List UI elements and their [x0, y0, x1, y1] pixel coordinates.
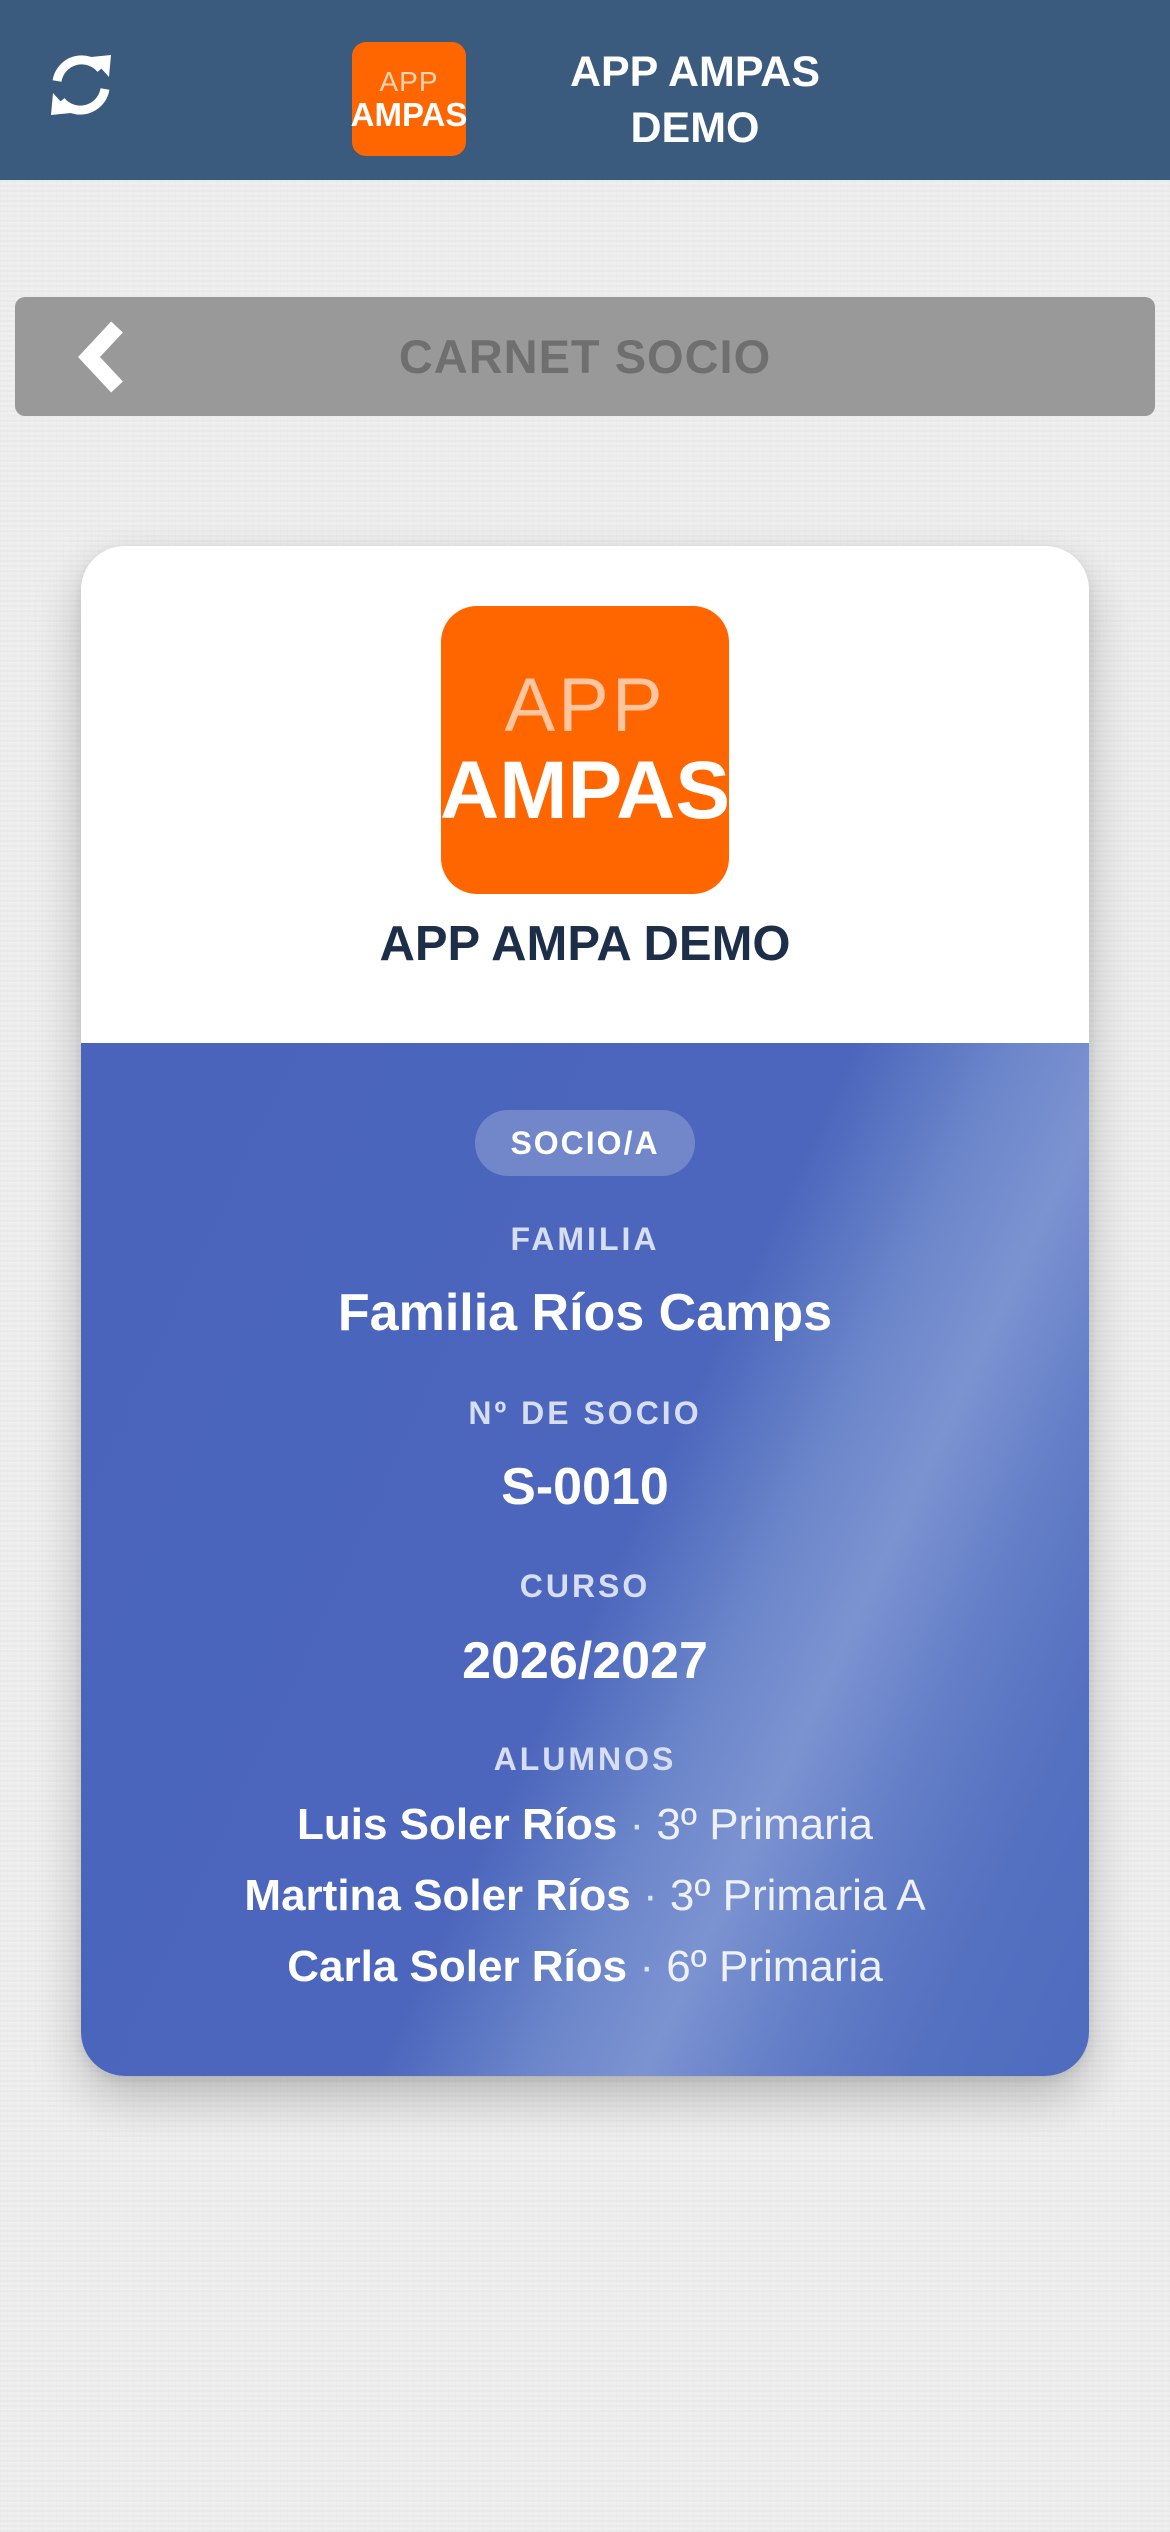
chevron-left-icon	[78, 321, 123, 392]
students-label: ALUMNOS	[493, 1741, 677, 1777]
app-logo: APP AMPAS	[350, 42, 468, 156]
student-item: Martina Soler Ríos · 3º Primaria A	[81, 1871, 1089, 1921]
member-number-value: S-0010	[501, 1458, 669, 1516]
app-title-line2: DEMO	[630, 104, 760, 152]
refresh-button[interactable]	[40, 44, 122, 126]
card-header: APP AMPAS APP AMPA DEMO	[81, 546, 1089, 1043]
family-label: FAMILIA	[510, 1221, 660, 1257]
membership-card: APP AMPAS APP AMPA DEMO SOCIO/A FAMILIA …	[81, 546, 1089, 2076]
section-title: CARNET SOCIO	[398, 330, 772, 383]
student-separator: ·	[642, 1871, 658, 1920]
back-button[interactable]	[63, 319, 143, 394]
app-logo-line2: AMPAS	[350, 95, 468, 133]
student-grade: 3º Primaria A	[669, 1871, 926, 1920]
organization-logo: APP AMPAS	[439, 606, 731, 894]
student-item: Carla Soler Ríos · 6º Primaria	[81, 1942, 1089, 1992]
app-logo-line1: APP	[379, 65, 439, 97]
student-separator: ·	[639, 1942, 654, 1991]
course-value: 2026/2027	[462, 1632, 708, 1690]
family-value: Familia Ríos Camps	[337, 1284, 833, 1342]
student-name: Carla Soler Ríos	[287, 1942, 628, 1991]
student-grade: 3º Primaria	[656, 1800, 873, 1849]
course-label: CURSO	[519, 1568, 651, 1604]
section-header: CARNET SOCIO	[15, 297, 1155, 416]
app-title-line1: APP AMPAS	[569, 48, 821, 96]
organization-name: APP AMPA DEMO	[379, 917, 791, 971]
student-name: Martina Soler Ríos	[244, 1871, 631, 1920]
app-header: APP AMPAS APP AMPAS DEMO	[0, 0, 1170, 180]
member-number-label: Nº DE SOCIO	[468, 1395, 702, 1431]
organization-logo-line1: APP	[504, 663, 666, 748]
app-title: APP AMPAS DEMO	[530, 44, 860, 156]
member-type-badge: SOCIO/A	[475, 1110, 695, 1176]
card-details: SOCIO/A FAMILIA Familia Ríos Camps Nº DE…	[81, 1043, 1089, 2076]
refresh-icon	[51, 55, 111, 115]
student-separator: ·	[629, 1800, 645, 1849]
student-item: Luis Soler Ríos · 3º Primaria	[81, 1800, 1089, 1850]
student-grade: 6º Primaria	[666, 1942, 883, 1991]
student-name: Luis Soler Ríos	[297, 1800, 618, 1849]
organization-logo-line2: AMPAS	[439, 745, 731, 836]
